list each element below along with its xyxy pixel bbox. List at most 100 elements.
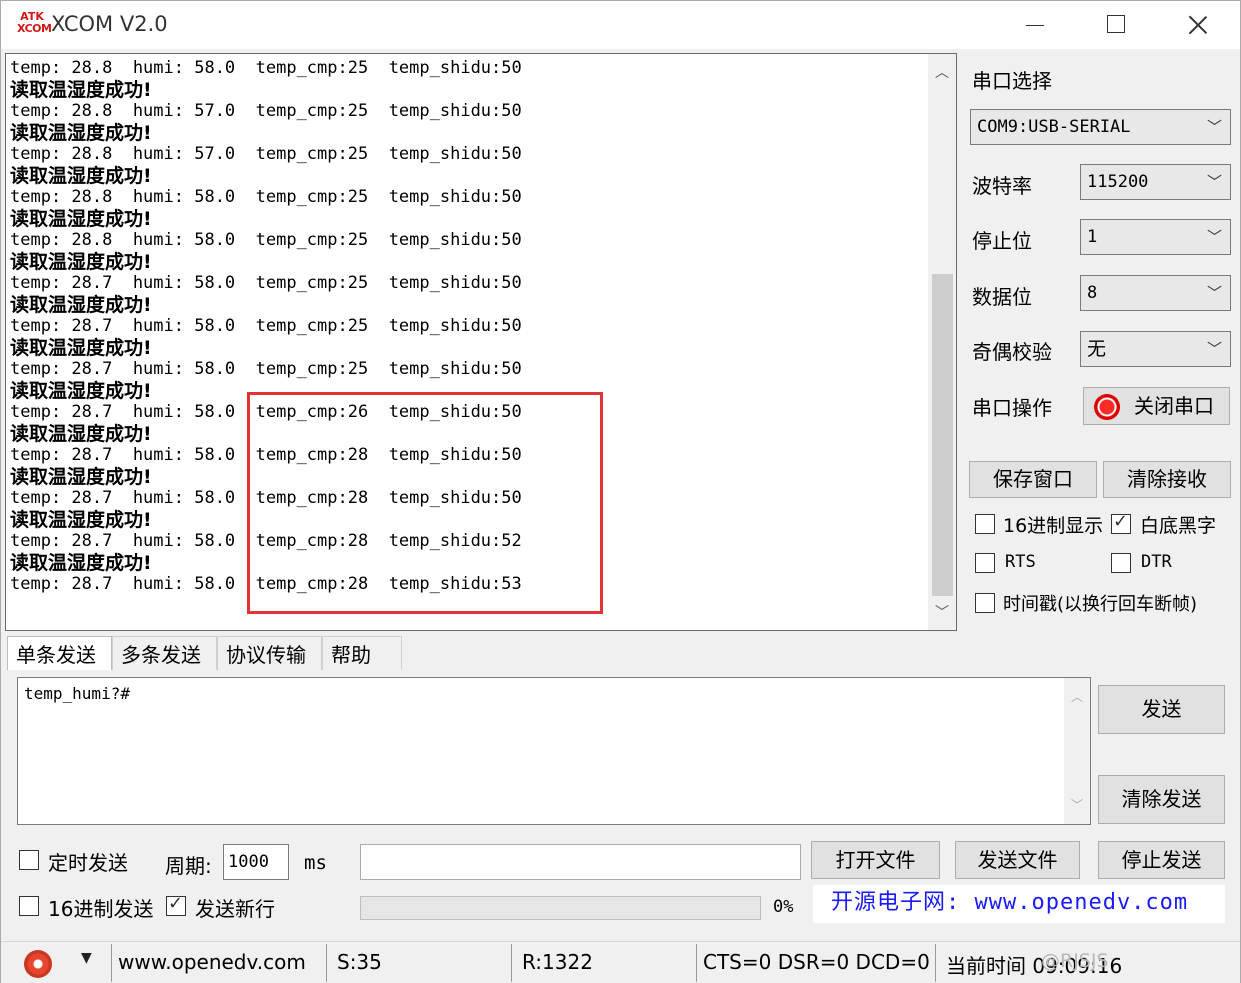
tab-help[interactable]: 帮助 — [322, 636, 402, 670]
receive-line: temp: 28.8 humi: 57.0 temp_cmp:25 temp_s… — [10, 144, 522, 164]
receive-line: temp: 28.8 humi: 58.0 temp_cmp:25 temp_s… — [10, 230, 522, 250]
period-unit: ms — [304, 852, 327, 874]
data-bits-label: 数据位 — [972, 285, 1032, 309]
tab-single-send[interactable]: 单条发送 — [7, 636, 112, 670]
receive-line: 读取温湿度成功! — [10, 121, 152, 144]
data-bits-value: 8 — [1087, 283, 1098, 303]
receive-text-area[interactable]: temp: 28.8 humi: 58.0 temp_cmp:25 temp_s… — [5, 53, 957, 631]
send-newline-checkbox[interactable] — [166, 893, 186, 916]
port-select[interactable]: COM9:USB-SERIAL ﹀ — [970, 109, 1231, 145]
maximize-button[interactable] — [1076, 1, 1156, 49]
send-progress-bar — [360, 896, 761, 920]
send-scrollbar[interactable]: ︿ ﹀ — [1064, 678, 1090, 824]
chevron-down-icon: ﹀ — [1206, 340, 1222, 358]
hex-display-label: 16进制显示 — [1003, 515, 1104, 537]
chevron-down-icon: ﹀ — [1206, 118, 1222, 136]
timestamp-checkbox[interactable] — [975, 593, 995, 613]
hex-display-checkbox[interactable] — [975, 514, 995, 534]
parity-select[interactable]: 无 ﹀ — [1080, 331, 1231, 367]
app-logo-icon: ATK XCOM — [17, 11, 52, 39]
maximize-icon — [1107, 15, 1125, 33]
stop-bits-label: 停止位 — [972, 229, 1032, 253]
parity-value: 无 — [1087, 338, 1107, 360]
receive-line: 读取温湿度成功! — [10, 78, 152, 101]
port-select-label: 串口选择 — [972, 69, 1052, 93]
port-status-led-icon — [1094, 394, 1120, 420]
send-newline-label: 发送新行 — [195, 897, 275, 921]
progress-percent: 0% — [773, 897, 794, 917]
status-url[interactable]: www.openedv.com — [118, 950, 306, 974]
chevron-down-icon: ﹀ — [1206, 284, 1222, 302]
status-bar: ▼ www.openedv.com S:35 R:1322 CTS=0 DSR=… — [1, 941, 1240, 983]
receive-line: 读取温湿度成功! — [10, 293, 152, 316]
chevron-down-icon: ﹀ — [1206, 173, 1222, 191]
logo-bottom-text: XCOM — [17, 22, 52, 35]
dtr-checkbox[interactable] — [1111, 553, 1131, 573]
receive-line: temp: 28.7 humi: 58.0 temp_cmp:25 temp_s… — [10, 273, 522, 293]
highlight-annotation-box — [247, 392, 603, 614]
white-bg-label: 白底黑字 — [1140, 515, 1217, 537]
minimize-icon — [1026, 25, 1044, 26]
dropdown-arrow-icon[interactable]: ▼ — [81, 950, 92, 966]
save-window-button[interactable]: 保存窗口 — [969, 461, 1097, 498]
receive-scrollbar[interactable]: ︿ ﹀ — [928, 54, 956, 630]
open-file-button[interactable]: 打开文件 — [811, 841, 940, 879]
receive-line: 读取温湿度成功! — [10, 207, 152, 230]
promo-link[interactable]: 开源电子网: www.openedv.com — [813, 885, 1225, 923]
receive-line: temp: 28.8 humi: 57.0 temp_cmp:25 temp_s… — [10, 101, 522, 121]
watermark-text: @RJSJS — [1041, 950, 1109, 972]
parity-label: 奇偶校验 — [972, 340, 1052, 364]
chevron-down-icon: ﹀ — [1206, 228, 1222, 246]
status-line-states: CTS=0 DSR=0 DCD=0 — [703, 950, 930, 974]
timed-send-checkbox[interactable] — [19, 850, 39, 870]
clear-receive-button[interactable]: 清除接收 — [1103, 461, 1231, 498]
receive-line: temp: 28.8 humi: 58.0 temp_cmp:25 temp_s… — [10, 58, 522, 78]
receive-line: temp: 28.8 humi: 58.0 temp_cmp:25 temp_s… — [10, 187, 522, 207]
port-select-value: COM9:USB-SERIAL — [977, 117, 1131, 137]
period-label: 周期: — [165, 854, 212, 878]
receive-line: 读取温湿度成功! — [10, 164, 152, 187]
stop-bits-select[interactable]: 1 ﹀ — [1080, 219, 1231, 255]
status-received-count: R:1322 — [522, 950, 593, 974]
scroll-down-icon[interactable]: ﹀ — [1064, 796, 1090, 813]
port-operation-label: 串口操作 — [972, 396, 1052, 420]
hex-send-label: 16进制发送 — [48, 897, 154, 921]
tab-multi-send[interactable]: 多条发送 — [112, 636, 217, 670]
period-input[interactable]: 1000 — [223, 844, 289, 880]
send-text: temp_humi?# — [24, 684, 130, 703]
tab-protocol[interactable]: 协议传输 — [217, 636, 322, 670]
send-file-button[interactable]: 发送文件 — [955, 841, 1080, 879]
scroll-up-icon[interactable]: ︿ — [928, 62, 956, 82]
data-bits-select[interactable]: 8 ﹀ — [1080, 275, 1231, 311]
receive-line: 读取温湿度成功! — [10, 336, 152, 359]
send-text-area[interactable]: temp_humi?# ︿ ﹀ — [17, 677, 1091, 825]
white-bg-checkbox[interactable] — [1111, 511, 1131, 534]
clear-send-button[interactable]: 清除发送 — [1098, 775, 1225, 824]
window-title: XCOM V2.0 — [51, 12, 168, 36]
send-button[interactable]: 发送 — [1098, 685, 1225, 734]
timed-send-label: 定时发送 — [48, 851, 128, 875]
close-port-button[interactable]: 关闭串口 — [1083, 387, 1230, 425]
settings-gear-icon[interactable] — [24, 950, 52, 978]
scroll-up-icon[interactable]: ︿ — [1064, 688, 1090, 705]
dtr-label: DTR — [1141, 552, 1172, 572]
scroll-down-icon[interactable]: ﹀ — [928, 602, 956, 622]
close-port-label: 关闭串口 — [1134, 394, 1214, 418]
timestamp-label: 时间戳(以换行回车断帧) — [1003, 594, 1198, 615]
status-sent-count: S:35 — [337, 950, 382, 974]
rts-checkbox[interactable] — [975, 553, 995, 573]
stop-send-button[interactable]: 停止发送 — [1098, 841, 1225, 879]
rts-label: RTS — [1005, 552, 1036, 572]
baud-select[interactable]: 115200 ﹀ — [1080, 164, 1231, 200]
baud-label: 波特率 — [972, 174, 1032, 198]
scroll-thumb[interactable] — [932, 274, 953, 596]
file-path-field[interactable] — [360, 844, 801, 880]
receive-line: 读取温湿度成功! — [10, 250, 152, 273]
minimize-button[interactable] — [996, 1, 1076, 49]
receive-line: temp: 28.7 humi: 58.0 temp_cmp:25 temp_s… — [10, 316, 522, 336]
hex-send-checkbox[interactable] — [19, 896, 39, 916]
xcom-window: ATK XCOM XCOM V2.0 temp: 28.8 humi: 58.0… — [0, 0, 1241, 983]
close-button[interactable] — [1158, 1, 1238, 49]
stop-bits-value: 1 — [1087, 227, 1098, 247]
title-bar: ATK XCOM XCOM V2.0 — [1, 1, 1240, 49]
